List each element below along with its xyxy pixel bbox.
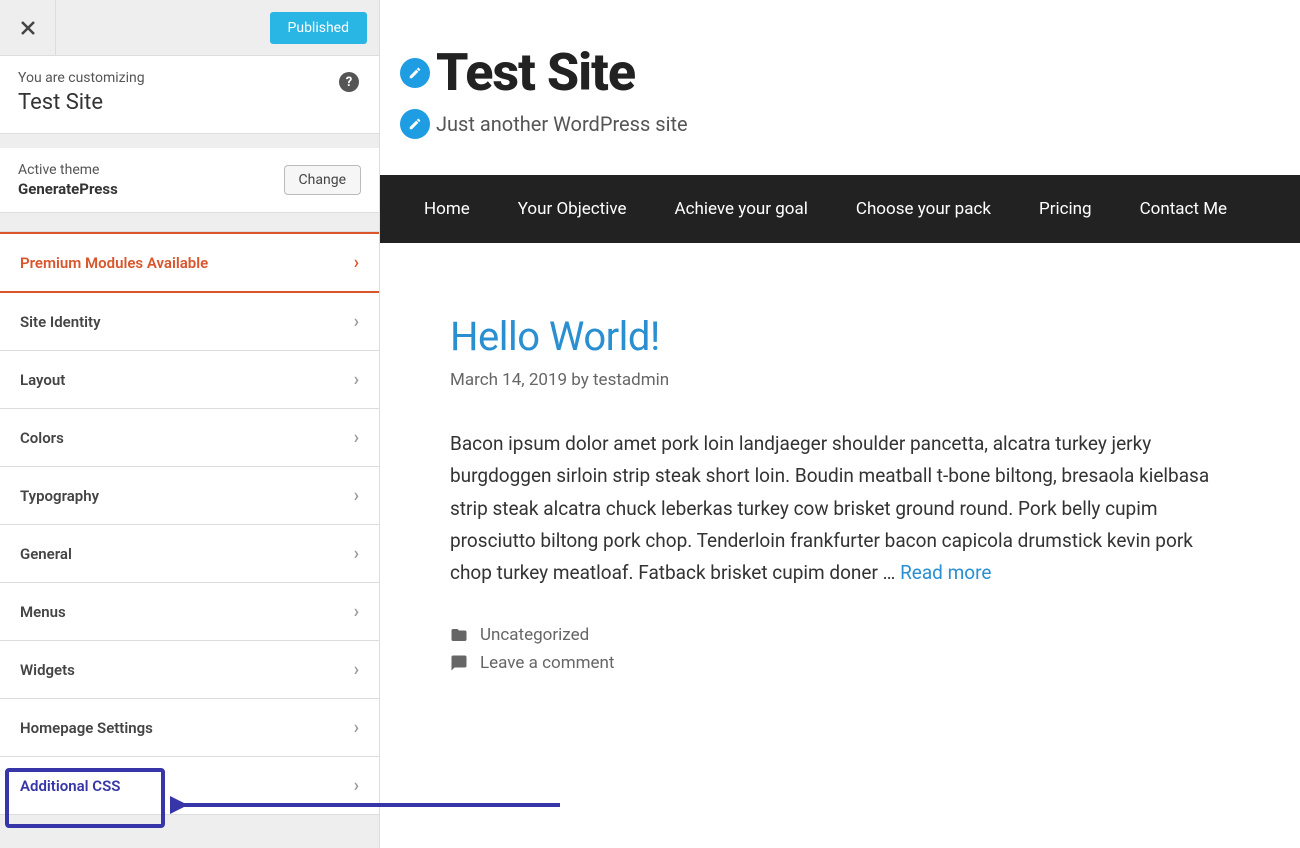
customizing-panel: You are customizing Test Site ?	[0, 56, 379, 134]
change-theme-button[interactable]: Change	[284, 165, 361, 195]
edit-title-icon[interactable]	[400, 58, 430, 88]
post: Hello World! March 14, 2019 by testadmin…	[400, 269, 1280, 725]
chevron-right-icon: ›	[354, 252, 359, 273]
sidebar-item-layout[interactable]: Layout ›	[0, 351, 379, 409]
chevron-right-icon: ›	[354, 775, 359, 796]
post-footer: Uncategorized Leave a comment	[450, 625, 1230, 673]
customizing-label: You are customizing	[18, 70, 361, 86]
sidebar-item-label: Site Identity	[20, 313, 101, 331]
sidebar-item-label: Homepage Settings	[20, 719, 153, 737]
site-header: Test Site Just another WordPress site	[380, 0, 1300, 175]
customizer-sections-list: Premium Modules Available › Site Identity ›…	[0, 231, 379, 815]
sidebar-item-label: Layout	[20, 371, 65, 389]
post-meta: March 14, 2019 by testadmin	[450, 370, 1230, 390]
site-title[interactable]: Test Site	[436, 42, 635, 103]
publish-button[interactable]: Published	[270, 12, 367, 44]
help-icon[interactable]: ?	[339, 72, 359, 92]
active-theme-label: Active theme	[18, 162, 284, 178]
sidebar-item-typography[interactable]: Typography ›	[0, 467, 379, 525]
primary-nav: HomeYour ObjectiveAchieve your goalChoos…	[380, 175, 1300, 243]
chevron-right-icon: ›	[354, 659, 359, 680]
sidebar-item-site-identity[interactable]: Site Identity ›	[0, 293, 379, 351]
nav-item-contact-me[interactable]: Contact Me	[1116, 175, 1252, 243]
close-button[interactable]	[0, 0, 56, 56]
read-more-link[interactable]: Read more	[900, 561, 991, 584]
active-theme-name: GeneratePress	[18, 180, 284, 198]
sidebar-item-label: Additional CSS	[20, 777, 120, 795]
chevron-right-icon: ›	[354, 485, 359, 506]
post-body-text: Bacon ipsum dolor amet pork loin landjae…	[450, 432, 1209, 584]
chevron-right-icon: ›	[354, 369, 359, 390]
comment-icon	[450, 654, 468, 672]
sidebar-item-widgets[interactable]: Widgets ›	[0, 641, 379, 699]
post-author[interactable]: testadmin	[593, 370, 669, 390]
site-preview: Test Site Just another WordPress site Ho…	[380, 0, 1300, 848]
sidebar-item-homepage-settings[interactable]: Homepage Settings ›	[0, 699, 379, 757]
sidebar-item-additional-css[interactable]: Additional CSS ›	[0, 757, 379, 815]
sidebar-item-general[interactable]: General ›	[0, 525, 379, 583]
sidebar-item-colors[interactable]: Colors ›	[0, 409, 379, 467]
nav-item-pricing[interactable]: Pricing	[1015, 175, 1116, 243]
folder-icon	[450, 626, 468, 644]
category-link[interactable]: Uncategorized	[480, 625, 589, 645]
customizer-sidebar: Published You are customizing Test Site …	[0, 0, 380, 848]
post-date: March 14, 2019	[450, 370, 567, 390]
sidebar-top-bar: Published	[0, 0, 379, 56]
nav-item-home[interactable]: Home	[400, 175, 494, 243]
sidebar-item-label: Premium Modules Available	[20, 254, 208, 272]
leave-comment-link[interactable]: Leave a comment	[480, 653, 615, 673]
chevron-right-icon: ›	[354, 601, 359, 622]
post-excerpt: Bacon ipsum dolor amet pork loin landjae…	[450, 428, 1230, 589]
sidebar-item-label: Menus	[20, 603, 66, 621]
sidebar-item-menus[interactable]: Menus ›	[0, 583, 379, 641]
sidebar-item-label: Widgets	[20, 661, 75, 679]
chevron-right-icon: ›	[354, 717, 359, 738]
sidebar-item-label: Colors	[20, 429, 64, 447]
content-area: Hello World! March 14, 2019 by testadmin…	[380, 243, 1300, 751]
nav-item-achieve-your-goal[interactable]: Achieve your goal	[651, 175, 832, 243]
active-theme-panel: Active theme GeneratePress Change	[0, 148, 379, 213]
chevron-right-icon: ›	[354, 311, 359, 332]
post-by-label: by	[571, 370, 589, 390]
nav-item-choose-your-pack[interactable]: Choose your pack	[832, 175, 1015, 243]
sidebar-item-premium-modules-available[interactable]: Premium Modules Available ›	[0, 232, 379, 293]
post-title-link[interactable]: Hello World!	[450, 313, 1230, 360]
chevron-right-icon: ›	[354, 543, 359, 564]
customizing-site-name: Test Site	[18, 90, 361, 115]
sidebar-item-label: Typography	[20, 487, 99, 505]
site-tagline[interactable]: Just another WordPress site	[436, 112, 688, 136]
nav-item-your-objective[interactable]: Your Objective	[494, 175, 651, 243]
chevron-right-icon: ›	[354, 427, 359, 448]
sidebar-item-label: General	[20, 545, 72, 563]
edit-tagline-icon[interactable]	[400, 109, 430, 139]
